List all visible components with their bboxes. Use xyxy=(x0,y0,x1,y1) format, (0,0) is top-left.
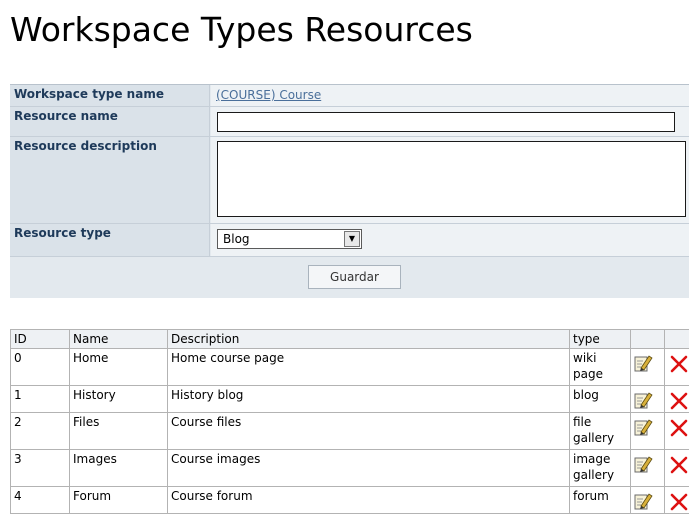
resource-description-cell xyxy=(211,137,689,223)
page-title: Workspace Types Resources xyxy=(10,10,473,49)
delete-icon[interactable] xyxy=(664,385,689,413)
cell-name: Files xyxy=(69,412,168,450)
edit-icon[interactable] xyxy=(630,385,665,413)
cell-name: Images xyxy=(69,449,168,487)
edit-icon[interactable] xyxy=(630,348,665,386)
save-button[interactable]: Guardar xyxy=(308,265,401,289)
workspace-type-cell: (COURSE) Course xyxy=(211,85,689,106)
table-header-row: ID Name Description type xyxy=(10,329,689,349)
header-delete xyxy=(664,329,689,349)
resource-form: Workspace type name (COURSE) Course Reso… xyxy=(10,84,689,298)
cell-id: 2 xyxy=(10,412,70,450)
resource-name-row: Resource name xyxy=(10,107,689,137)
header-id: ID xyxy=(10,329,70,349)
cell-type: blog xyxy=(569,385,631,413)
edit-icon[interactable] xyxy=(630,412,665,450)
delete-icon[interactable] xyxy=(664,412,689,450)
resource-name-input[interactable] xyxy=(217,112,675,132)
resources-table: ID Name Description type 0 Home Home cou… xyxy=(10,329,689,514)
header-description: Description xyxy=(167,329,570,349)
chevron-down-icon[interactable]: ▼ xyxy=(344,231,360,247)
workspace-type-label: Workspace type name xyxy=(10,85,210,106)
table-row: 4 Forum Course forum forum xyxy=(10,486,689,514)
edit-icon[interactable] xyxy=(630,486,665,514)
cell-name: History xyxy=(69,385,168,413)
resource-name-label: Resource name xyxy=(10,107,210,136)
cell-id: 4 xyxy=(10,486,70,514)
cell-description: History blog xyxy=(167,385,570,413)
delete-icon[interactable] xyxy=(664,486,689,514)
cell-type: wiki page xyxy=(569,348,631,386)
delete-icon[interactable] xyxy=(664,449,689,487)
edit-icon[interactable] xyxy=(630,449,665,487)
cell-description: Home course page xyxy=(167,348,570,386)
table-row: 1 History History blog blog xyxy=(10,385,689,413)
cell-id: 0 xyxy=(10,348,70,386)
resource-description-textarea[interactable] xyxy=(217,141,686,217)
cell-name: Forum xyxy=(69,486,168,514)
cell-type: forum xyxy=(569,486,631,514)
header-name: Name xyxy=(69,329,168,349)
resource-type-selected: Blog xyxy=(223,232,250,246)
table-row: 0 Home Home course page wiki page xyxy=(10,348,689,386)
cell-description: Course forum xyxy=(167,486,570,514)
resource-description-row: Resource description xyxy=(10,137,689,224)
delete-icon[interactable] xyxy=(664,348,689,386)
resource-type-cell: Blog ▼ xyxy=(211,224,689,256)
cell-id: 3 xyxy=(10,449,70,487)
resource-type-row: Resource type Blog ▼ xyxy=(10,224,689,257)
cell-description: Course files xyxy=(167,412,570,450)
resource-type-select[interactable]: Blog ▼ xyxy=(217,229,362,249)
cell-description: Course images xyxy=(167,449,570,487)
table-row: 3 Images Course images image gallery xyxy=(10,449,689,487)
resource-type-label: Resource type xyxy=(10,224,210,256)
header-edit xyxy=(630,329,665,349)
resource-name-cell xyxy=(211,107,689,136)
header-type: type xyxy=(569,329,631,349)
table-row: 2 Files Course files file gallery xyxy=(10,412,689,450)
cell-name: Home xyxy=(69,348,168,386)
workspace-type-row: Workspace type name (COURSE) Course xyxy=(10,85,689,107)
resource-description-label: Resource description xyxy=(10,137,210,223)
cell-type: file gallery xyxy=(569,412,631,450)
cell-type: image gallery xyxy=(569,449,631,487)
cell-id: 1 xyxy=(10,385,70,413)
workspace-type-link[interactable]: (COURSE) Course xyxy=(216,88,321,102)
